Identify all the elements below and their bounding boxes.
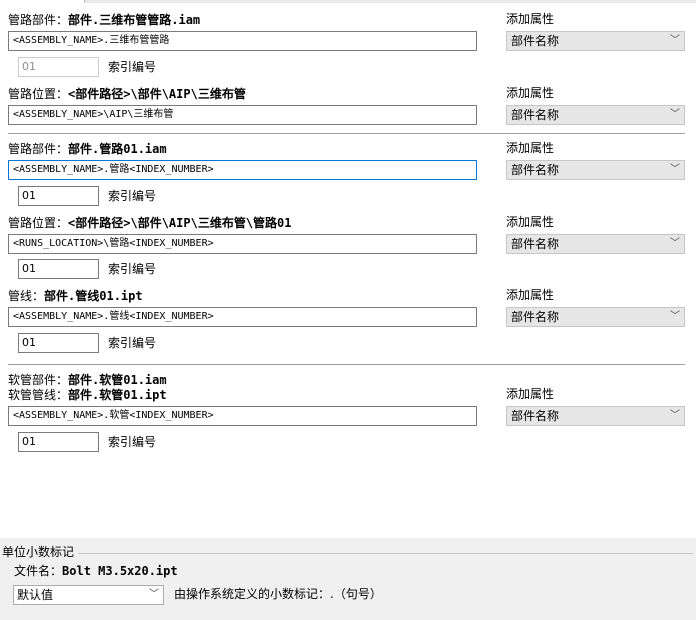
chevron-down-icon: ﹀	[670, 164, 680, 175]
hose-line-label: 软管管线：部件.软管01.ipt	[8, 388, 167, 402]
decimal-marker-description: 由操作系统定义的小数标记：.（句号）	[174, 587, 382, 601]
index-number-label: 索引编号	[108, 435, 157, 449]
hose-assembly-label: 软管部件：部件.软管01.iam	[8, 373, 167, 387]
run-location-label: 管路位置：<部件路径>\部件\AIP\三维布管\管路01	[8, 216, 292, 230]
add-property-label: 添加属性	[506, 86, 555, 100]
index-number-label: 索引编号	[108, 60, 157, 74]
property-select[interactable]: 部件名称 ﹀	[506, 31, 685, 51]
add-property-label: 添加属性	[506, 12, 555, 26]
chevron-down-icon: ﹀	[670, 35, 680, 46]
run-location-input[interactable]: <RUNS_LOCATION>\管路<INDEX_NUMBER>	[8, 234, 477, 254]
property-select[interactable]: 部件名称 ﹀	[506, 105, 685, 125]
property-select[interactable]: 部件名称 ﹀	[506, 406, 685, 426]
tab-active[interactable]	[0, 0, 85, 3]
pipe-line-input[interactable]: <ASSEMBLY_NAME>.管线<INDEX_NUMBER>	[8, 307, 477, 327]
group-rule	[78, 553, 693, 554]
decimal-marker-select[interactable]: 默认值 ﹀	[13, 585, 164, 605]
pipe-location-label: 管路位置：<部件路径>\部件\AIP\三维布管	[8, 87, 246, 101]
tab-strip-bg	[85, 0, 696, 3]
run-assembly-label: 管路部件：部件.管路01.iam	[8, 142, 167, 156]
pipe-line-label: 管线：部件.管线01.ipt	[8, 289, 143, 303]
index-number-input[interactable]: 01	[18, 432, 99, 452]
decimal-marker-group-title: 单位小数标记	[2, 545, 75, 559]
chevron-down-icon: ﹀	[670, 311, 680, 322]
hose-assembly-name-input[interactable]: <ASSEMBLY_NAME>.软管<INDEX_NUMBER>	[8, 406, 477, 426]
property-select[interactable]: 部件名称 ﹀	[506, 307, 685, 327]
decimal-marker-panel: 单位小数标记 文件名：Bolt M3.5x20.ipt 默认值 ﹀ 由操作系统定…	[0, 538, 696, 620]
index-number-label: 索引编号	[108, 262, 157, 276]
property-select[interactable]: 部件名称 ﹀	[506, 160, 685, 180]
run-assembly-name-input[interactable]: <ASSEMBLY_NAME>.管路<INDEX_NUMBER>	[8, 160, 477, 180]
chevron-down-icon: ﹀	[670, 109, 680, 120]
add-property-label: 添加属性	[506, 215, 555, 229]
index-number-label: 索引编号	[108, 189, 157, 203]
tab-strip	[0, 0, 696, 3]
chevron-down-icon: ﹀	[670, 238, 680, 249]
pipe-assembly-name-input[interactable]: <ASSEMBLY_NAME>.三维布管管路	[8, 31, 477, 51]
file-name-label: 文件名：Bolt M3.5x20.ipt	[14, 564, 178, 578]
add-property-label: 添加属性	[506, 387, 555, 401]
index-number-input[interactable]: 01	[18, 57, 99, 77]
index-number-input[interactable]: 01	[18, 186, 99, 206]
chevron-down-icon: ﹀	[670, 410, 680, 421]
index-number-input[interactable]: 01	[18, 333, 99, 353]
add-property-label: 添加属性	[506, 288, 555, 302]
separator	[8, 133, 685, 134]
add-property-label: 添加属性	[506, 141, 555, 155]
index-number-label: 索引编号	[108, 336, 157, 350]
index-number-input[interactable]: 01	[18, 259, 99, 279]
separator	[8, 364, 685, 365]
property-select[interactable]: 部件名称 ﹀	[506, 234, 685, 254]
chevron-down-icon: ﹀	[149, 589, 159, 600]
pipe-location-input[interactable]: <ASSEMBLY_NAME>\AIP\三维布管	[8, 105, 477, 125]
pipe-assembly-label: 管路部件：部件.三维布管管路.iam	[8, 13, 201, 27]
